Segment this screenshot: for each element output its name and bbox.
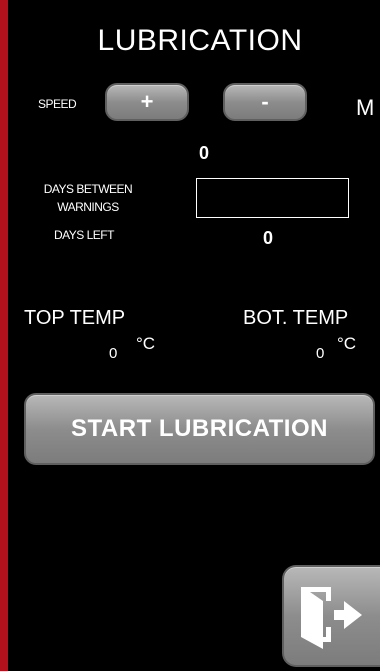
days-left-label: DAYS LEFT [54, 228, 114, 242]
speed-label: SPEED [38, 97, 77, 111]
exit-button[interactable] [282, 565, 380, 667]
days-between-warnings-input[interactable] [196, 178, 349, 218]
start-lubrication-button[interactable]: START LUBRICATION [24, 393, 375, 465]
top-temp-label: TOP TEMP [24, 307, 126, 329]
bottom-temp-value: 0 [316, 345, 325, 362]
top-temp-value: 0 [109, 345, 118, 362]
speed-increase-button[interactable]: + [105, 83, 189, 121]
page-title: LUBRICATION [97, 24, 303, 57]
lubrication-screen: LUBRICATION SPEED + - M 0 DAYS BETWEEN W… [0, 0, 380, 671]
exit-door-icon [301, 587, 362, 649]
days-left-value: 0 [263, 228, 274, 248]
days-between-warnings-label: DAYS BETWEEN WARNINGS [30, 180, 146, 216]
bottom-temp-label: BOT. TEMP [243, 307, 349, 329]
top-temp-unit: °C [136, 334, 156, 353]
minus-icon: - [261, 89, 269, 114]
speed-mode-letter: M [356, 95, 375, 120]
left-accent-bar [0, 0, 8, 671]
days-between-label-line1: DAYS BETWEEN [43, 182, 133, 196]
speed-value: 0 [199, 143, 210, 163]
plus-icon: + [140, 89, 154, 114]
bottom-temp-unit: °C [337, 334, 357, 353]
speed-decrease-button[interactable]: - [223, 83, 307, 121]
days-between-label-line2: WARNINGS [57, 200, 119, 214]
